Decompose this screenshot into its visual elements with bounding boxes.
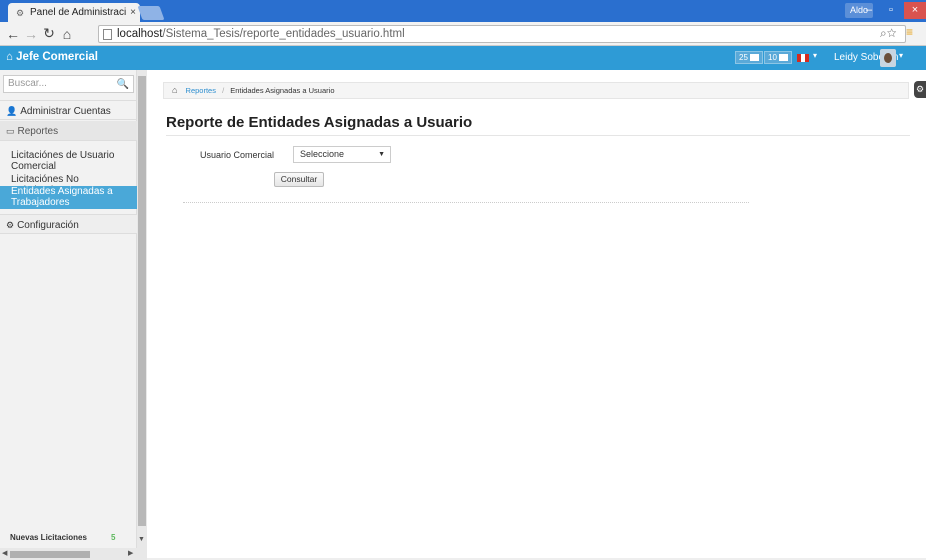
sidebar-item-label: Administrar Cuentas [20,106,111,117]
results-divider [183,202,749,203]
search-input[interactable]: Buscar... 🔍 [3,75,134,93]
breadcrumb-reports-link[interactable]: Reportes [186,86,216,95]
sidebar-item-reports[interactable]: ▭ Reportes [0,121,137,141]
select-value: Seleccione [300,149,345,159]
avatar[interactable] [880,49,896,67]
breadcrumb-separator: / [222,86,225,95]
mail-icon [749,54,759,61]
user-icon: 👤 [6,106,18,116]
breadcrumb-current: Entidades Asignadas a Usuario [230,86,335,95]
sidebar-item-config[interactable]: ⚙ Configuración [0,214,137,234]
address-bar-row: ← → ↻ ⌂ localhost/Sistema_Tesis/reporte_… [0,22,926,46]
hscroll-thumb[interactable] [10,551,90,558]
page-icon [103,28,112,40]
sidebar-item-label: Reportes [17,126,59,137]
sidebar-item-accounts[interactable]: 👤 Administrar Cuentas [0,100,137,120]
scrollbar-thumb[interactable] [138,76,146,526]
badge2-count: 10 [768,53,777,62]
new-tenders-footer[interactable]: Nuevas Licitaciones 5 [0,528,137,548]
sidebar-subitem-licitaciones-usuario[interactable]: Licitaciónes de Usuario Comercial [0,150,137,174]
menu-icon[interactable]: ≡ [906,25,926,43]
consultar-button[interactable]: Consultar [274,172,324,187]
home-brand-icon: ⌂ [6,51,17,63]
url-host: localhost [117,28,163,40]
footer-label: Nuevas Licitaciones [10,533,87,542]
scroll-left-icon[interactable]: ◀ [2,549,7,557]
title-divider [166,135,910,136]
new-tab-button[interactable] [137,6,165,20]
breadcrumb-home-icon[interactable]: ⌂ [172,85,177,95]
user-chevron-down-icon[interactable]: ▾ [899,51,903,60]
zoom-icon[interactable]: ⌕☆ [880,26,897,41]
usuario-comercial-label: Usuario Comercial [200,150,275,160]
browser-tabbar: ⚙ Panel de Administración × Aldo – ▫ × [0,0,926,22]
badge1-count: 25 [739,53,748,62]
breadcrumb: ⌂ Reportes / Entidades Asignadas a Usuar… [163,82,909,99]
reload-icon[interactable]: ↻ [40,25,58,42]
search-placeholder: Buscar... [8,78,47,89]
footer-count: 5 [111,533,116,542]
usuario-comercial-select[interactable]: Seleccione ▼ [293,146,391,163]
brand-label: Jefe Comercial [16,51,98,63]
sidebar-scrollbar[interactable]: ▼ [137,70,147,560]
scroll-down-icon[interactable]: ▼ [138,536,145,543]
peru-flag-icon[interactable] [797,54,809,62]
sidebar-subitem-entidades-asignadas[interactable]: Entidades Asignadas a Trabajadores [0,186,137,209]
close-window-icon[interactable]: × [904,2,926,19]
settings-gear-icon[interactable]: ⚙ [914,81,926,98]
scroll-right-icon[interactable]: ▶ [128,549,133,557]
tab-title: Panel de Administración [30,7,126,18]
maximize-icon[interactable]: ▫ [880,2,902,19]
favicon-icon: ⚙ [16,7,25,18]
horizontal-scrollbar[interactable]: ◀ ▶ [0,548,137,560]
search-icon[interactable]: 🔍 [117,77,129,93]
notification-badge-1[interactable]: 25 [735,51,763,64]
url-input[interactable]: localhost/Sistema_Tesis/reporte_entidade… [98,25,906,43]
sidebar-item-label: Configuración [17,220,79,231]
chevron-down-icon[interactable]: ▾ [813,51,817,60]
forward-icon[interactable]: → [22,26,40,42]
browser-tab[interactable]: ⚙ Panel de Administración × [8,3,140,22]
home-icon[interactable]: ⌂ [58,26,76,42]
sidebar-subitem-no-culminadas[interactable]: Licitaciónes No Culminadas [0,174,137,196]
brand[interactable]: ⌂ Jefe Comercial [6,51,98,63]
page-title: Reporte de Entidades Asignadas a Usuario [166,114,473,131]
folder-icon: ▭ [6,126,15,136]
minimize-icon[interactable]: – [858,2,880,19]
message-icon [778,54,788,61]
select-chevron-down-icon: ▼ [378,151,385,158]
app-header: ⌂ Jefe Comercial 25 10 ▾ Leidy Soberón ▾ [0,46,926,70]
back-icon[interactable]: ← [4,26,22,42]
url-path: /Sistema_Tesis/reporte_entidades_usuario… [162,28,405,40]
gear-icon: ⚙ [6,220,15,230]
sidebar: Buscar... 🔍 👤 Administrar Cuentas ▭ Report… [0,70,137,560]
notification-badge-2[interactable]: 10 [764,51,792,64]
